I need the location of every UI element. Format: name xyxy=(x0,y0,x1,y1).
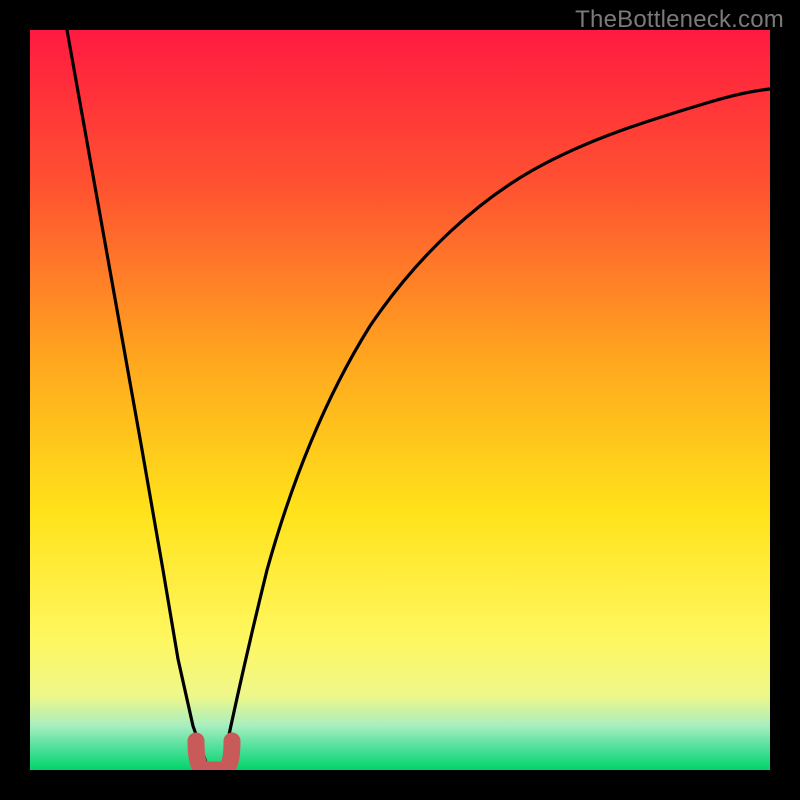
outer-frame: TheBottleneck.com xyxy=(0,0,800,800)
dip-marker xyxy=(30,30,770,770)
watermark-label: TheBottleneck.com xyxy=(575,6,784,34)
plot-area xyxy=(30,30,770,770)
